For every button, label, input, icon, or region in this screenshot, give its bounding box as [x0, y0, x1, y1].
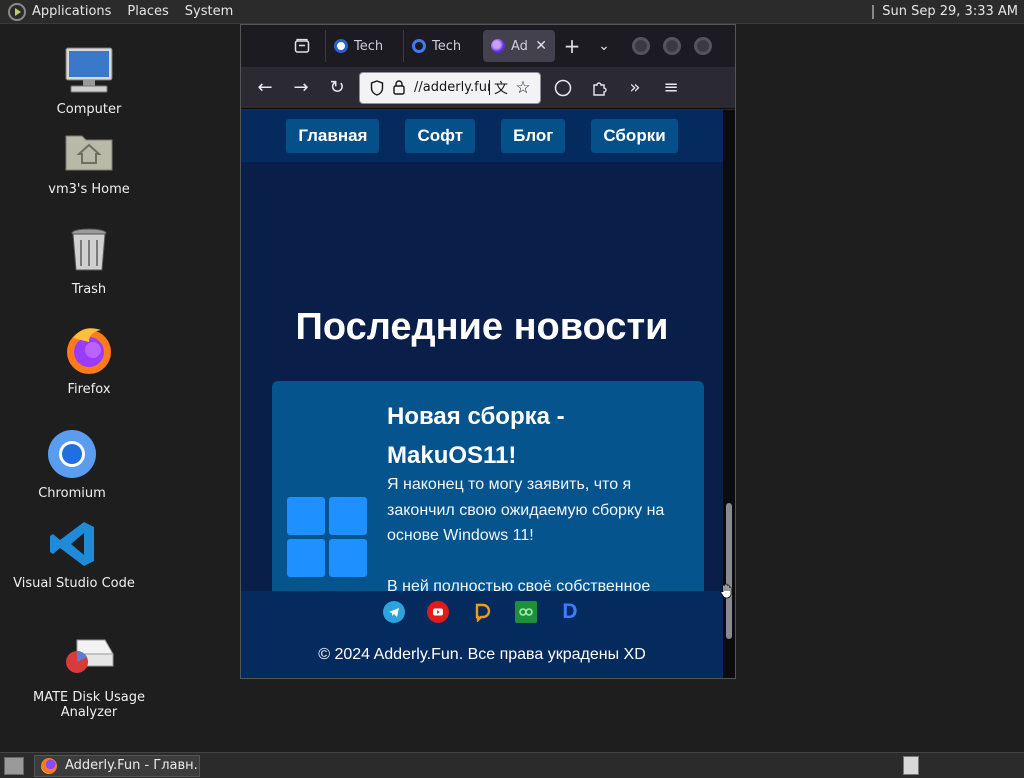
desktop-icon-trash[interactable]: Trash — [14, 224, 164, 297]
firefox-icon — [63, 324, 115, 376]
translate-icon[interactable]: 文 — [490, 78, 512, 98]
tab-favicon-icon — [491, 39, 505, 53]
news-card-text: Я наконец то могу заявить, что я закончи… — [387, 476, 665, 595]
menu-applications[interactable]: Applications — [32, 4, 111, 19]
tab-bar: Tech Tech Ad ✕ + ⌄ — [241, 25, 735, 67]
back-arrow-icon[interactable]: ← — [247, 73, 283, 103]
home-folder-icon — [63, 124, 115, 176]
page-viewport[interactable]: Главная Софт Блог Сборки Последние новос… — [241, 110, 723, 678]
minimize-window-icon[interactable] — [632, 37, 650, 55]
forward-arrow-icon[interactable]: → — [283, 73, 319, 103]
youtube-icon[interactable] — [427, 601, 449, 623]
page-heading: Последние новости — [295, 306, 669, 348]
desktop-icon-label: Chromium — [38, 486, 106, 501]
taskbar-window-button[interactable]: Adderly.Fun - Главн... — [34, 754, 200, 777]
url-text[interactable]: //adderly.fun/i — [414, 80, 490, 95]
desktop-icon-label: Trash — [71, 282, 107, 297]
lock-icon[interactable] — [388, 80, 410, 95]
extensions-puzzle-icon[interactable] — [581, 73, 617, 103]
tab-title: Tech — [354, 38, 384, 54]
news-card-title[interactable]: Новая сборка - MakuOS11! — [387, 397, 687, 475]
workspace-switcher[interactable] — [903, 756, 919, 775]
menu-places[interactable]: Places — [127, 4, 168, 19]
d-icon[interactable]: D — [559, 600, 581, 623]
list-all-tabs-chevron-icon[interactable]: ⌄ — [589, 38, 619, 54]
donationalerts-icon[interactable] — [471, 601, 493, 623]
clock[interactable]: Sun Sep 29, 3:33 AM — [882, 4, 1018, 19]
close-window-icon[interactable] — [694, 37, 712, 55]
disk-usage-icon — [63, 632, 115, 684]
windows-logo-icon — [287, 497, 367, 577]
desktop-icon-home[interactable]: vm3's Home — [14, 124, 164, 197]
scrollbar-thumb[interactable] — [726, 503, 732, 639]
nav-link-software[interactable]: Софт — [405, 119, 476, 153]
tab-favicon-icon — [412, 39, 426, 53]
tab-title: Ad — [511, 38, 528, 54]
tab-close-icon[interactable]: ✕ — [535, 38, 547, 54]
navigation-toolbar: ← → ↻ //adderly.fun/i 文 ☆ » ≡ — [241, 67, 735, 109]
bottom-panel: Adderly.Fun - Главн... — [0, 752, 1024, 778]
account-circle-icon[interactable] — [545, 73, 581, 103]
taskbar-window-title: Adderly.Fun - Главн... — [65, 758, 200, 773]
maximize-window-icon[interactable] — [663, 37, 681, 55]
site-footer: D © 2024 Adderly.Fun. Все права украдены… — [241, 591, 723, 678]
firefox-icon — [41, 757, 57, 774]
tab-tech-2[interactable]: Tech — [403, 30, 481, 62]
tracking-shield-icon[interactable] — [366, 79, 388, 96]
show-desktop-icon[interactable] — [4, 756, 24, 775]
desktop-icon-vscode[interactable]: Visual Studio Code — [0, 518, 149, 591]
nav-link-builds[interactable]: Сборки — [591, 119, 678, 153]
menu-system[interactable]: System — [185, 4, 233, 19]
hamburger-menu-icon[interactable]: ≡ — [653, 73, 689, 103]
site-navigation: Главная Софт Блог Сборки — [241, 110, 723, 162]
desktop-icon-label: Computer — [56, 102, 122, 117]
desktop-icon-label: Visual Studio Code — [13, 576, 135, 591]
desktop-icon-label: vm3's Home — [48, 182, 130, 197]
social-links: D — [241, 600, 723, 623]
computer-icon — [63, 44, 115, 96]
mate-logo-icon[interactable] — [8, 2, 26, 21]
browser-window: Tech Tech Ad ✕ + ⌄ ← → ↻ //adderly.fun/i — [240, 24, 736, 679]
copyright-text: © 2024 Adderly.Fun. Все права украдены X… — [318, 646, 646, 663]
telegram-icon[interactable] — [383, 601, 405, 623]
reload-icon[interactable]: ↻ — [319, 73, 355, 103]
desktop-icon-label: MATE Disk Usage Analyzer — [33, 690, 145, 720]
tab-title: Tech — [432, 38, 462, 54]
url-bar[interactable]: //adderly.fun/i 文 ☆ — [359, 71, 541, 104]
new-tab-icon[interactable]: + — [555, 34, 589, 58]
desktop-icon-chromium[interactable]: Chromium — [0, 428, 147, 501]
nav-link-home[interactable]: Главная — [286, 119, 380, 153]
tab-tech-1[interactable]: Tech — [325, 30, 403, 62]
boosty-icon[interactable] — [515, 601, 537, 623]
nav-link-blog[interactable]: Блог — [501, 119, 566, 153]
panel-separator — [872, 4, 875, 19]
bookmark-star-icon[interactable]: ☆ — [512, 78, 534, 98]
desktop-icon-computer[interactable]: Computer — [14, 44, 164, 117]
firefox-view-icon — [294, 38, 310, 53]
tab-favicon-icon — [334, 39, 348, 53]
overflow-chevrons-icon[interactable]: » — [617, 73, 653, 103]
top-panel: Applications Places System Sun Sep 29, 3… — [0, 0, 1024, 24]
trash-icon — [63, 224, 115, 276]
firefox-view-button[interactable] — [285, 32, 319, 60]
hand-cursor-icon — [719, 583, 735, 599]
chromium-icon — [46, 428, 98, 480]
tab-adderly[interactable]: Ad ✕ — [483, 30, 555, 62]
vscode-icon — [48, 518, 100, 570]
desktop-icon-label: Firefox — [67, 382, 111, 397]
desktop-icon-disk-usage[interactable]: MATE Disk Usage Analyzer — [14, 632, 164, 720]
desktop-icon-firefox[interactable]: Firefox — [14, 324, 164, 397]
